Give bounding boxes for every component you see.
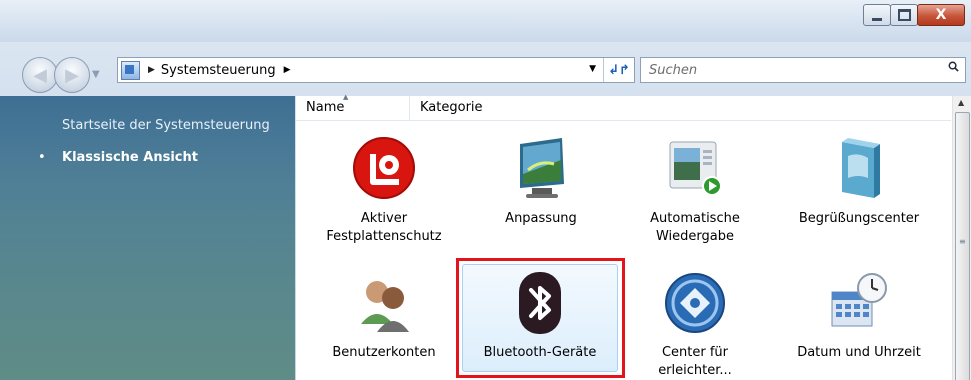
back-arrow-icon: ◀ bbox=[33, 64, 47, 86]
forward-arrow-icon: ▶ bbox=[65, 64, 79, 86]
item-festplattenschutz[interactable]: Aktiver Festplattenschutz bbox=[311, 134, 457, 246]
item-benutzerkonten[interactable]: Benutzerkonten bbox=[311, 268, 457, 362]
scrollbar-thumb[interactable]: ≡ bbox=[955, 112, 970, 380]
close-icon: X bbox=[935, 7, 947, 23]
item-label: Datum und Uhrzeit bbox=[797, 345, 921, 360]
item-label: Begrüßungscenter bbox=[798, 211, 920, 226]
item-anpassung[interactable]: Anpassung bbox=[468, 134, 614, 228]
task-pane: Startseite der Systemsteuerung • Klassis… bbox=[0, 96, 295, 380]
maximize-button[interactable] bbox=[890, 4, 918, 26]
grip-icon: ≡ bbox=[959, 237, 966, 246]
breadcrumb-separator-icon[interactable]: ▶ bbox=[148, 65, 155, 75]
control-panel-icon bbox=[121, 60, 140, 80]
item-label: Aktiver Festplattenschutz bbox=[326, 211, 442, 244]
item-erleichtert[interactable]: Center für erleichter... bbox=[622, 268, 768, 380]
scroll-up-icon[interactable]: ▲ bbox=[958, 98, 964, 107]
autoplay-icon bbox=[669, 141, 722, 196]
item-begruessung[interactable]: Begrüßungscenter bbox=[786, 134, 932, 228]
welcome-center-icon bbox=[842, 138, 880, 198]
column-header-name[interactable]: Name bbox=[306, 100, 344, 115]
column-header-kategorie[interactable]: Kategorie bbox=[420, 100, 483, 115]
column-headers: Name ▲ Kategorie bbox=[296, 93, 951, 121]
search-box[interactable]: Suchen bbox=[640, 57, 966, 83]
user-accounts-icon bbox=[361, 281, 409, 332]
column-divider[interactable] bbox=[409, 96, 410, 120]
ease-of-access-icon bbox=[665, 273, 725, 333]
sidebar-item-startseite[interactable]: Startseite der Systemsteuerung bbox=[62, 118, 270, 133]
item-label: Center für erleichter... bbox=[658, 345, 732, 378]
hdd-protection-icon bbox=[353, 137, 415, 199]
vertical-scrollbar[interactable]: ▲ ≡ bbox=[952, 96, 971, 380]
breadcrumb-systemsteuerung[interactable]: Systemsteuerung bbox=[161, 63, 276, 78]
personalization-icon bbox=[520, 138, 564, 198]
items-view: Name ▲ Kategorie Aktiver Festplattenschu… bbox=[296, 93, 971, 380]
forward-button[interactable]: ▶ bbox=[54, 57, 90, 93]
refresh-button[interactable]: ↲↱ bbox=[603, 58, 634, 82]
item-label: Bluetooth-Geräte bbox=[483, 345, 597, 360]
item-label: Anpassung bbox=[505, 211, 577, 226]
address-bar[interactable]: ▶ Systemsteuerung ▶ ▼ ↲↱ bbox=[117, 57, 635, 83]
window-controls: X bbox=[863, 4, 965, 26]
item-label: Benutzerkonten bbox=[332, 345, 436, 360]
sidebar-item-klassische-ansicht[interactable]: Klassische Ansicht bbox=[62, 150, 198, 165]
control-panel-window: X ◀ ▶ ▼ ▶ Systemsteuerung ▶ ▼ ↲↱ Suchen … bbox=[0, 0, 971, 380]
bluetooth-icon bbox=[519, 272, 561, 334]
close-button[interactable]: X bbox=[917, 4, 965, 26]
search-icon[interactable] bbox=[948, 61, 959, 72]
date-time-icon bbox=[831, 273, 887, 327]
refresh-icon: ↲↱ bbox=[608, 62, 630, 78]
active-bullet: • bbox=[38, 150, 46, 165]
maximize-icon bbox=[897, 9, 911, 21]
title-bar: X bbox=[0, 0, 971, 42]
item-datum[interactable]: Datum und Uhrzeit bbox=[786, 268, 932, 362]
item-label: Automatische Wiedergabe bbox=[650, 211, 740, 244]
breadcrumb-chevron-icon[interactable]: ▶ bbox=[284, 65, 291, 75]
item-bluetooth[interactable]: Bluetooth-Geräte bbox=[467, 268, 613, 362]
navigation-bar: ◀ ▶ ▼ ▶ Systemsteuerung ▶ ▼ ↲↱ Suchen bbox=[0, 42, 971, 94]
back-button[interactable]: ◀ bbox=[22, 57, 58, 93]
sort-ascending-icon: ▲ bbox=[343, 93, 349, 101]
minimize-icon bbox=[872, 17, 882, 21]
item-wiedergabe[interactable]: Automatische Wiedergabe bbox=[622, 134, 768, 246]
minimize-button[interactable] bbox=[863, 4, 891, 26]
recent-pages-dropdown[interactable]: ▼ bbox=[92, 69, 100, 80]
address-dropdown-icon[interactable]: ▼ bbox=[589, 64, 596, 74]
search-input[interactable]: Suchen bbox=[649, 63, 697, 78]
